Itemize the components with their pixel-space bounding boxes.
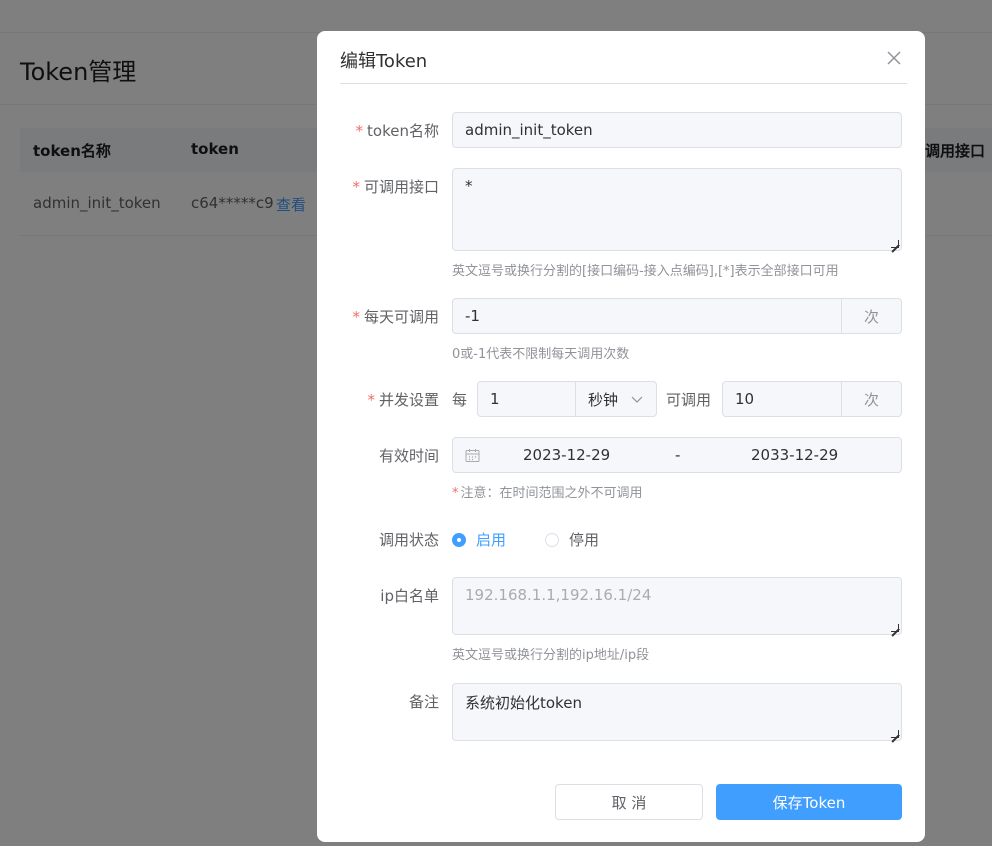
remark-textarea[interactable]: 系统初始化token — [452, 683, 902, 741]
daily-input[interactable]: -1 — [452, 298, 842, 334]
calendar-icon — [465, 449, 480, 462]
resize-handle[interactable] — [891, 624, 899, 632]
token-name-input[interactable]: admin_init_token — [452, 112, 902, 148]
resize-handle[interactable] — [891, 240, 899, 248]
dialog-divider — [340, 83, 907, 84]
ip-whitelist-label: ip白名单 — [380, 587, 439, 605]
chevron-down-icon — [631, 396, 643, 403]
end-date[interactable]: 2033-12-29 — [751, 446, 838, 464]
daily-unit: 次 — [841, 298, 902, 334]
valid-time-hint: * 注意：在时间范围之外不可调用 — [452, 486, 643, 501]
interfaces-hint: 英文逗号或换行分割的[接口编码-接入点编码],[*]表示全部接口可用 — [452, 264, 839, 279]
concurrency-prefix: 每 — [452, 391, 468, 409]
interfaces-label: * 可调用接口 — [352, 178, 439, 196]
ip-whitelist-hint: 英文逗号或换行分割的ip地址/ip段 — [452, 648, 650, 663]
concurrency-limit-input[interactable]: 10 — [722, 381, 842, 417]
interfaces-value: * — [465, 177, 473, 195]
valid-time-label: 有效时间 — [378, 447, 439, 465]
concurrency-middle: 可调用 — [666, 391, 712, 409]
time-unit-value: 秒钟 — [588, 390, 619, 409]
remark-value: 系统初始化token — [465, 694, 582, 712]
dialog-title: 编辑Token — [340, 51, 428, 72]
ip-whitelist-textarea[interactable]: 192.168.1.1,192.16.1/24 — [452, 577, 902, 635]
status-radio-disabled[interactable]: 停用 — [545, 529, 599, 550]
valid-time-range-picker[interactable]: 2023-12-29 - 2033-12-29 — [452, 437, 902, 473]
concurrency-seconds-input[interactable]: 1 — [477, 381, 577, 417]
date-separator: - — [675, 446, 681, 464]
concurrency-label: * 并发设置 — [367, 391, 439, 409]
remark-label: 备注 — [408, 693, 439, 711]
daily-hint: 0或-1代表不限制每天调用次数 — [452, 347, 630, 362]
radio-unchecked-icon — [545, 532, 559, 547]
save-token-button[interactable]: 保存Token — [716, 784, 902, 820]
radio-checked-icon — [452, 532, 466, 547]
token-name-label: * token名称 — [355, 122, 439, 140]
concurrency-unit: 次 — [841, 381, 902, 417]
status-label: 调用状态 — [378, 531, 439, 549]
ip-whitelist-placeholder: 192.168.1.1,192.16.1/24 — [465, 586, 652, 604]
close-icon[interactable] — [883, 47, 905, 69]
resize-handle[interactable] — [891, 730, 899, 738]
status-radio-enabled[interactable]: 启用 — [452, 529, 506, 550]
daily-label: * 每天可调用 — [352, 308, 439, 326]
edit-token-dialog: 编辑Token * token名称 admin_init_token * 可调用接口… — [317, 31, 925, 842]
cancel-button[interactable]: 取 消 — [555, 784, 703, 820]
start-date[interactable]: 2023-12-29 — [523, 446, 610, 464]
time-unit-select[interactable]: 秒钟 — [575, 381, 657, 417]
interfaces-textarea[interactable]: * — [452, 168, 902, 251]
